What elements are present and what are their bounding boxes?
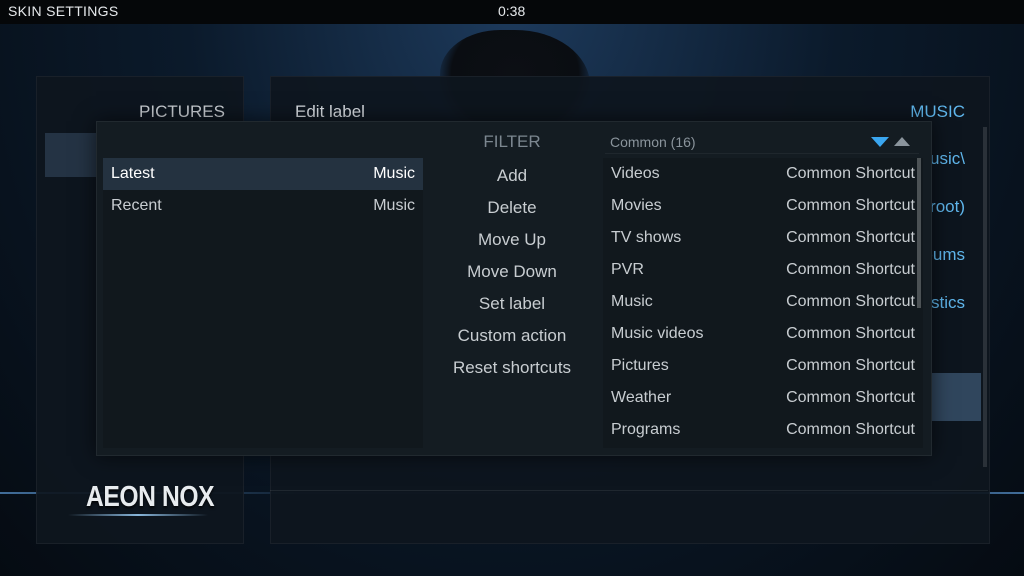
logo-underline [68, 514, 208, 516]
available-row[interactable]: Music videos Common Shortcut [603, 318, 915, 350]
shortcut-name: Recent [111, 197, 162, 214]
action-list: Add Delete Move Up Move Down Set label C… [431, 122, 593, 455]
available-row[interactable]: Weather Common Shortcut [603, 382, 915, 414]
available-type: Common Shortcut [786, 325, 915, 342]
peek-selection[interactable] [931, 373, 981, 421]
right-panel-scrollbar[interactable] [983, 127, 987, 467]
available-type: Common Shortcut [786, 389, 915, 406]
window-title: SKIN SETTINGS [8, 3, 119, 19]
top-bar: SKIN SETTINGS 0:38 [0, 0, 1024, 24]
shortcut-type: Music [373, 197, 415, 214]
shortcut-dialog: FILTER Common (16) Latest Music Recent M… [96, 121, 932, 456]
available-name: Movies [611, 197, 662, 214]
shortcut-list: Latest Music Recent Music [103, 158, 423, 448]
skin-logo: AEON NOX [86, 481, 215, 513]
available-row[interactable]: TV shows Common Shortcut [603, 222, 915, 254]
shortcut-type: Music [373, 165, 415, 182]
delete-button[interactable]: Delete [431, 198, 593, 230]
available-type: Common Shortcut [786, 421, 915, 438]
peek-item[interactable]: stics [931, 293, 965, 313]
available-type: Common Shortcut [786, 261, 915, 278]
available-name: Music videos [611, 325, 704, 342]
available-shortcut-list: Videos Common Shortcut Movies Common Sho… [603, 158, 923, 448]
available-name: Music [611, 293, 653, 310]
available-name: Pictures [611, 357, 669, 374]
move-down-button[interactable]: Move Down [431, 262, 593, 294]
available-row[interactable]: Programs Common Shortcut [603, 414, 915, 446]
clock: 0:38 [498, 3, 526, 19]
peek-item[interactable]: root) [930, 197, 965, 217]
available-row[interactable]: Videos Common Shortcut [603, 158, 915, 190]
add-button[interactable]: Add [431, 166, 593, 198]
edit-label-heading: Edit label [295, 102, 365, 121]
available-name: Videos [611, 165, 660, 182]
reset-shortcuts-button[interactable]: Reset shortcuts [431, 358, 593, 390]
available-name: PVR [611, 261, 644, 278]
filter-down-arrow-icon[interactable] [871, 137, 889, 147]
set-label-button[interactable]: Set label [431, 294, 593, 326]
available-name: Programs [611, 421, 681, 438]
bottom-strip [270, 490, 988, 533]
available-type: Common Shortcut [786, 357, 915, 374]
available-name: Weather [611, 389, 672, 406]
peek-item[interactable]: usic\ [930, 149, 965, 169]
filter-select[interactable]: Common (16) [605, 131, 919, 154]
custom-action-button[interactable]: Custom action [431, 326, 593, 358]
shortcut-name: Latest [111, 165, 155, 182]
filter-value: Common (16) [610, 134, 696, 150]
available-row[interactable]: PVR Common Shortcut [603, 254, 915, 286]
shortcut-row[interactable]: Recent Music [103, 190, 423, 222]
available-row[interactable]: Movies Common Shortcut [603, 190, 915, 222]
move-up-button[interactable]: Move Up [431, 230, 593, 262]
available-type: Common Shortcut [786, 229, 915, 246]
left-panel-header: PICTURES [139, 102, 225, 121]
available-type: Common Shortcut [786, 293, 915, 310]
shortcut-row[interactable]: Latest Music [103, 158, 423, 190]
available-type: Common Shortcut [786, 197, 915, 214]
available-list-scrollbar[interactable] [917, 158, 921, 308]
category-label: MUSIC [910, 102, 965, 121]
available-row[interactable]: Pictures Common Shortcut [603, 350, 915, 382]
available-name: TV shows [611, 229, 682, 246]
filter-up-arrow-icon[interactable] [894, 137, 910, 146]
available-type: Common Shortcut [786, 165, 915, 182]
available-row[interactable]: Music Common Shortcut [603, 286, 915, 318]
